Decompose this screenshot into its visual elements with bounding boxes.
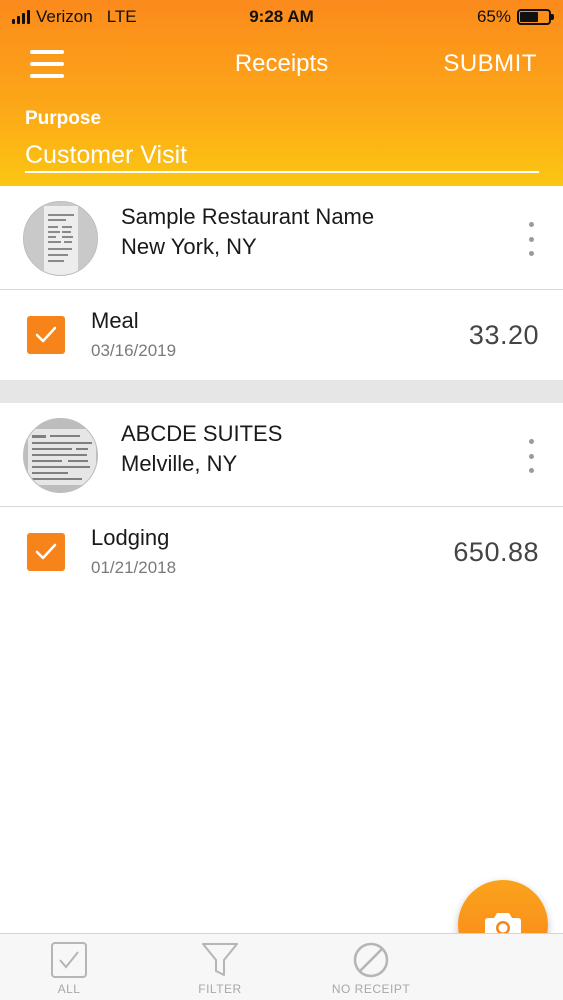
app-header: Verizon LTE 9:28 AM 65% Receipts SUBMIT … [0,0,563,186]
tab-bar: ALL FILTER NO RECEIPT [0,933,563,1000]
section-separator [0,380,563,403]
purpose-input[interactable] [25,140,539,173]
tab-all[interactable]: ALL [9,940,129,996]
merchant-name: ABCDE SUITES [121,421,283,446]
expense-row[interactable]: Meal 03/16/2019 33.20 [0,290,563,380]
no-receipt-icon [311,940,431,980]
expense-date: 01/21/2018 [91,558,177,577]
tab-label: ALL [57,982,81,996]
more-options-icon[interactable] [521,222,541,256]
status-right: 65% [476,7,554,27]
battery-fill [520,12,539,22]
receipt-list: Sample Restaurant Name New York, NY Meal… [0,186,563,597]
merchant-location: Melville, NY [121,451,238,476]
expense-category: Lodging [91,525,170,550]
tab-filter[interactable]: FILTER [160,940,280,996]
checkmark-icon [35,543,57,560]
battery-percent: 65% [476,7,511,26]
merchant-location: New York, NY [121,234,257,259]
expense-checkbox[interactable] [27,533,65,571]
expense-checkbox[interactable] [27,316,65,354]
merchant-name: Sample Restaurant Name [121,204,375,229]
tab-no-receipt[interactable]: NO RECEIPT [311,940,431,996]
merchant-row[interactable]: Sample Restaurant Name New York, NY [0,186,563,290]
purpose-label: Purpose [25,108,102,129]
checkmark-icon [35,326,57,343]
expense-amount: 33.20 [468,320,539,350]
tab-label: FILTER [198,982,242,996]
submit-button[interactable]: SUBMIT [443,50,537,78]
expense-category: Meal [91,308,139,333]
status-bar: Verizon LTE 9:28 AM 65% [0,0,563,34]
checkbox-icon [9,940,129,980]
receipt-thumbnail[interactable] [23,418,98,493]
merchant-row[interactable]: ABCDE SUITES Melville, NY [0,403,563,507]
filter-icon [160,940,280,980]
receipt-thumbnail[interactable] [23,201,98,276]
battery-icon [517,9,554,25]
expense-date: 03/16/2019 [91,341,177,360]
tab-label: NO RECEIPT [331,982,411,996]
expense-amount: 650.88 [453,537,539,567]
expense-row[interactable]: Lodging 01/21/2018 650.88 [0,507,563,597]
more-options-icon[interactable] [521,439,541,473]
